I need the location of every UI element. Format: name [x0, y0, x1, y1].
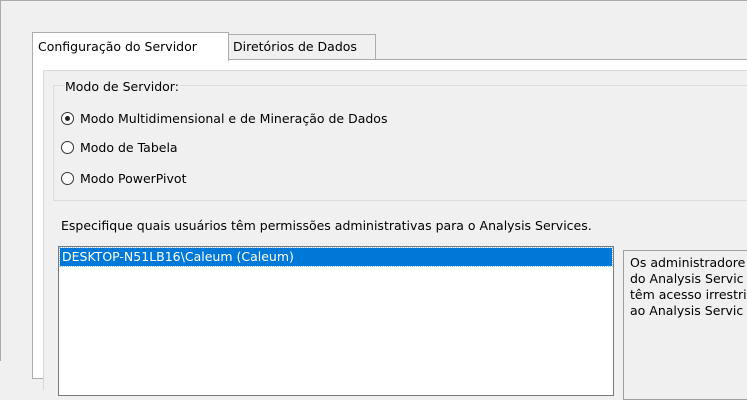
info-line: do Analysis Servic: [630, 271, 744, 286]
setup-window: Configuração do Servidor Diretórios de D…: [0, 0, 747, 400]
info-line: ao Analysis Servic: [630, 303, 744, 318]
tab-server-configuration[interactable]: Configuração do Servidor: [32, 32, 229, 61]
tab-data-directories[interactable]: Diretórios de Dados: [228, 34, 376, 59]
radio-label-powerpivot: Modo PowerPivot: [80, 170, 187, 186]
radio-button-checked[interactable]: [61, 111, 74, 125]
radio-button[interactable]: [61, 171, 74, 185]
server-mode-group-label: Modo de Servidor:: [64, 79, 180, 94]
radio-powerpivot-mode[interactable]: Modo PowerPivot: [61, 169, 186, 187]
tab-panel: Modo de Servidor: Modo Multidimensional …: [32, 59, 747, 400]
info-line: Os administradore: [630, 255, 746, 270]
admin-info-box: Os administradore do Analysis Servic têm…: [623, 250, 747, 400]
radio-label-tabular: Modo de Tabela: [80, 139, 178, 155]
radio-tabular-mode[interactable]: Modo de Tabela: [61, 138, 178, 156]
radio-label-multidimensional: Modo Multidimensional e de Mineração de …: [80, 110, 388, 126]
radio-multidimensional-mode[interactable]: Modo Multidimensional e de Mineração de …: [61, 109, 387, 127]
info-line: têm acesso irrestri: [630, 287, 747, 302]
list-item[interactable]: DESKTOP-N51LB16\Caleum (Caleum): [59, 247, 613, 267]
inner-panel: Modo de Servidor: Modo Multidimensional …: [43, 70, 747, 400]
admin-users-list[interactable]: DESKTOP-N51LB16\Caleum (Caleum): [58, 246, 614, 396]
radio-button[interactable]: [61, 140, 74, 154]
admin-description: Especifique quais usuários têm permissõe…: [61, 218, 592, 233]
